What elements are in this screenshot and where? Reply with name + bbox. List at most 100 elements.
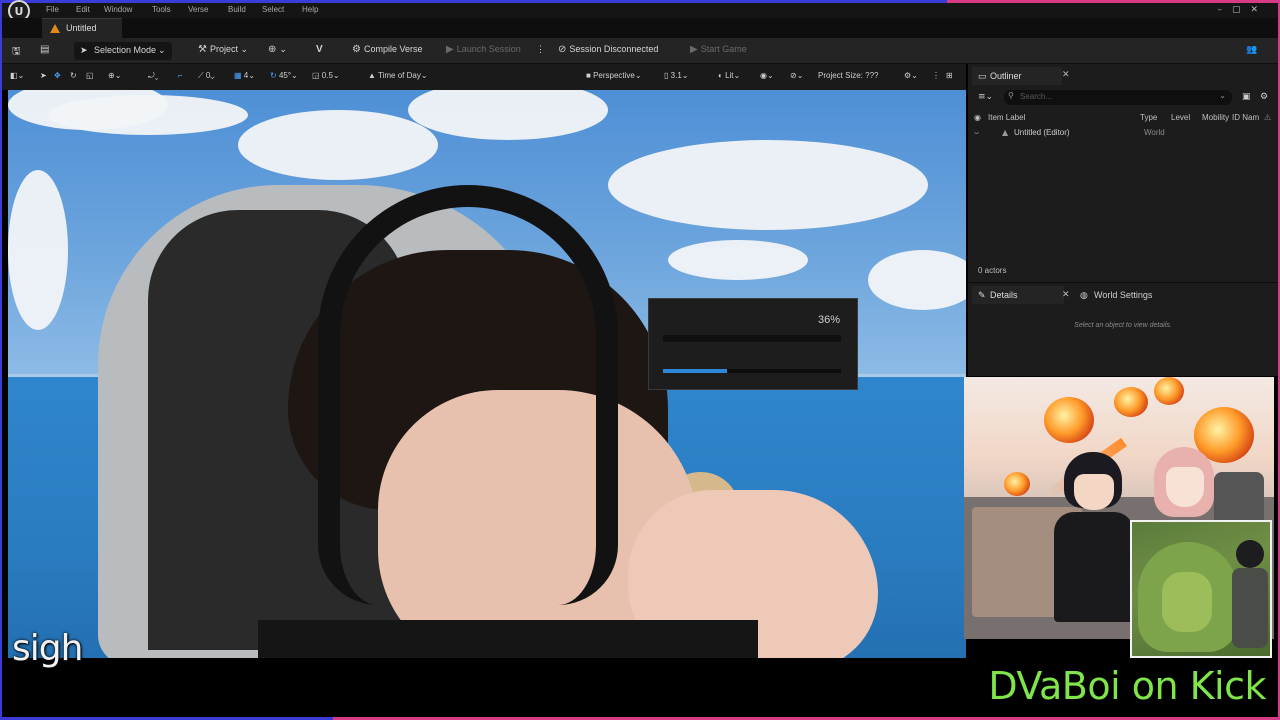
menu-file[interactable]: File bbox=[46, 5, 59, 14]
window-controls[interactable]: –▢✕ bbox=[1217, 5, 1268, 15]
rotation-snap[interactable]: ⟋ 0⌄ bbox=[198, 71, 215, 81]
level-icon bbox=[50, 24, 60, 33]
add-actor-icon: ⊕ bbox=[268, 44, 277, 55]
selection-mode-dropdown[interactable]: ➤ Selection Mode ⌄ bbox=[74, 42, 172, 60]
rotation-snap-icon: ⟋ bbox=[198, 71, 204, 80]
speech-caption: sigh bbox=[12, 628, 83, 669]
tab-outliner[interactable]: ▭ Outliner bbox=[972, 67, 1062, 85]
compile-verse-icon: ⚙ bbox=[352, 44, 361, 55]
menu-help[interactable]: Help bbox=[302, 5, 318, 14]
world-local-icon[interactable]: ⊕⌄ bbox=[108, 71, 121, 80]
project-dropdown[interactable]: ⚒ Project ⌄ bbox=[198, 44, 248, 55]
menu-select[interactable]: Select bbox=[262, 5, 284, 14]
menu-tools[interactable]: Tools bbox=[152, 5, 171, 14]
add-folder-icon[interactable]: ▣ bbox=[1242, 92, 1251, 102]
launch-session-button[interactable]: ▶ Launch Session bbox=[446, 44, 521, 55]
globe-icon: ◍ bbox=[1080, 290, 1088, 300]
save-icon[interactable]: 🖫 bbox=[12, 44, 24, 61]
verse-icon[interactable]: V bbox=[316, 44, 326, 55]
anime-kid bbox=[1232, 540, 1268, 650]
angle-snap[interactable]: ↻ 45°⌄ bbox=[270, 71, 298, 80]
visibility-icon[interactable]: ◉ bbox=[974, 113, 981, 122]
angle-snap-icon: ↻ bbox=[270, 71, 277, 80]
viewport-settings-icon[interactable]: ⚙⌄ bbox=[904, 71, 918, 80]
meteor bbox=[1044, 397, 1094, 443]
tab-world-settings[interactable]: ◍ World Settings bbox=[1078, 286, 1152, 304]
scale-snap-icon: ◲ bbox=[312, 71, 320, 80]
project-icon: ⚒ bbox=[198, 44, 207, 55]
outliner-icon: ▭ bbox=[978, 71, 987, 81]
details-panel: ✎ Details ✕ ◍ World Settings Select an o… bbox=[968, 282, 1278, 376]
time-of-day-dropdown[interactable]: ▲ Time of Day⌄ bbox=[368, 71, 428, 80]
snap-toggle-icon[interactable]: ⌐ bbox=[178, 71, 183, 80]
menu-build[interactable]: Build bbox=[228, 5, 246, 14]
progress-bar bbox=[663, 369, 841, 373]
cloud bbox=[668, 240, 808, 280]
tab-untitled[interactable]: Untitled bbox=[42, 18, 122, 38]
viewport-more-icon[interactable]: ⋮ bbox=[932, 71, 940, 80]
surface-snap-icon[interactable]: ⤾⌄ bbox=[148, 71, 158, 81]
performance-icon[interactable]: ⊘⌄ bbox=[790, 71, 803, 80]
content-browser-icon[interactable]: ▤ bbox=[40, 44, 52, 55]
fov-dropdown[interactable]: ▯ 3.1⌄ bbox=[664, 71, 688, 80]
world-icon: ▲ bbox=[1002, 128, 1009, 137]
rotate-tool-icon[interactable]: ↻ bbox=[70, 71, 77, 80]
meteor bbox=[1004, 472, 1030, 496]
grid-snap[interactable]: ▦ 4⌄ bbox=[234, 71, 255, 80]
outliner-search-input[interactable]: ⚲ Search... ⌄ bbox=[1004, 90, 1232, 105]
users-icon[interactable]: 👥 bbox=[1246, 44, 1257, 55]
column-level[interactable]: Level bbox=[1171, 113, 1190, 122]
close-icon[interactable]: ✕ bbox=[1062, 70, 1070, 80]
chevron-down-icon: ⌄ bbox=[158, 45, 166, 55]
tab-untitled-label: Untitled bbox=[66, 23, 97, 33]
outliner-settings-icon[interactable]: ⚙ bbox=[1260, 92, 1268, 102]
channel-label: DVaBoi on Kick bbox=[988, 664, 1266, 708]
column-id-name[interactable]: ID Nam bbox=[1232, 113, 1259, 122]
grid-snap-icon: ▦ bbox=[234, 71, 242, 80]
perspective-dropdown[interactable]: ■ Perspective⌄ bbox=[586, 71, 642, 80]
fov-value: 3.1 bbox=[670, 71, 682, 80]
translate-tool-icon[interactable]: ✥ bbox=[54, 71, 61, 80]
expand-arrow-icon[interactable]: ⌣ bbox=[974, 128, 979, 138]
scale-snap[interactable]: ◲ 0.5⌄ bbox=[312, 71, 340, 80]
table-row[interactable]: ⌣ ▲ Untitled (Editor) World bbox=[968, 126, 1278, 141]
select-tool-icon[interactable]: ➤ bbox=[40, 71, 47, 80]
launch-session-icon: ▶ bbox=[446, 44, 454, 55]
tab-details[interactable]: ✎ Details bbox=[972, 286, 1064, 304]
progress-percent: 36% bbox=[817, 314, 840, 326]
stream-frame-left bbox=[0, 0, 2, 720]
menu-window[interactable]: Window bbox=[104, 5, 132, 14]
launch-session-label: Launch Session bbox=[456, 44, 521, 54]
lit-icon: ◐ bbox=[718, 71, 723, 80]
outliner-panel: ▭ Outliner ✕ ≡⌄ ⚲ Search... ⌄ ▣ ⚙ ◉ Item… bbox=[968, 64, 1278, 282]
close-icon[interactable]: ✕ bbox=[1062, 290, 1070, 300]
perspective-label: Perspective bbox=[593, 71, 635, 80]
progress-message-area bbox=[663, 335, 841, 342]
column-type[interactable]: Type bbox=[1140, 113, 1157, 122]
column-item-label[interactable]: Item Label bbox=[988, 113, 1025, 122]
filter-icon[interactable]: ≡⌄ bbox=[978, 92, 993, 102]
menu-edit[interactable]: Edit bbox=[76, 5, 90, 14]
lit-dropdown[interactable]: ◐ Lit⌄ bbox=[718, 71, 740, 80]
show-flags-icon[interactable]: ◉⌄ bbox=[760, 71, 774, 80]
session-status[interactable]: ⊘ Session Disconnected bbox=[558, 44, 658, 55]
more-options-icon[interactable]: ⋮ bbox=[536, 44, 545, 55]
viewport-options-icon[interactable]: ◧⌄ bbox=[10, 71, 24, 80]
compile-verse-button[interactable]: ⚙ Compile Verse bbox=[352, 44, 423, 55]
session-status-label: Session Disconnected bbox=[569, 44, 659, 54]
outliner-search-placeholder: Search... bbox=[1020, 92, 1053, 101]
camera-icon: ■ bbox=[586, 71, 591, 80]
viewport-layout-icon[interactable]: ⊞ bbox=[946, 71, 953, 80]
selection-mode-icon: ➤ bbox=[80, 45, 88, 55]
add-actor-button[interactable]: ⊕ ⌄ bbox=[268, 44, 287, 55]
scale-tool-icon[interactable]: ◱ bbox=[86, 71, 94, 80]
project-size-label: Project Size: ??? bbox=[818, 71, 879, 80]
details-empty-hint: Select an object to view details. bbox=[1074, 322, 1172, 329]
start-game-button[interactable]: ▶ Start Game bbox=[690, 44, 747, 55]
menu-verse[interactable]: Verse bbox=[188, 5, 208, 14]
session-disconnected-icon: ⊘ bbox=[558, 44, 567, 55]
row-type: World bbox=[1144, 128, 1165, 137]
column-mobility[interactable]: Mobility bbox=[1202, 113, 1229, 122]
actor-count: 0 actors bbox=[978, 266, 1007, 275]
row-label: Untitled (Editor) bbox=[1014, 128, 1070, 137]
